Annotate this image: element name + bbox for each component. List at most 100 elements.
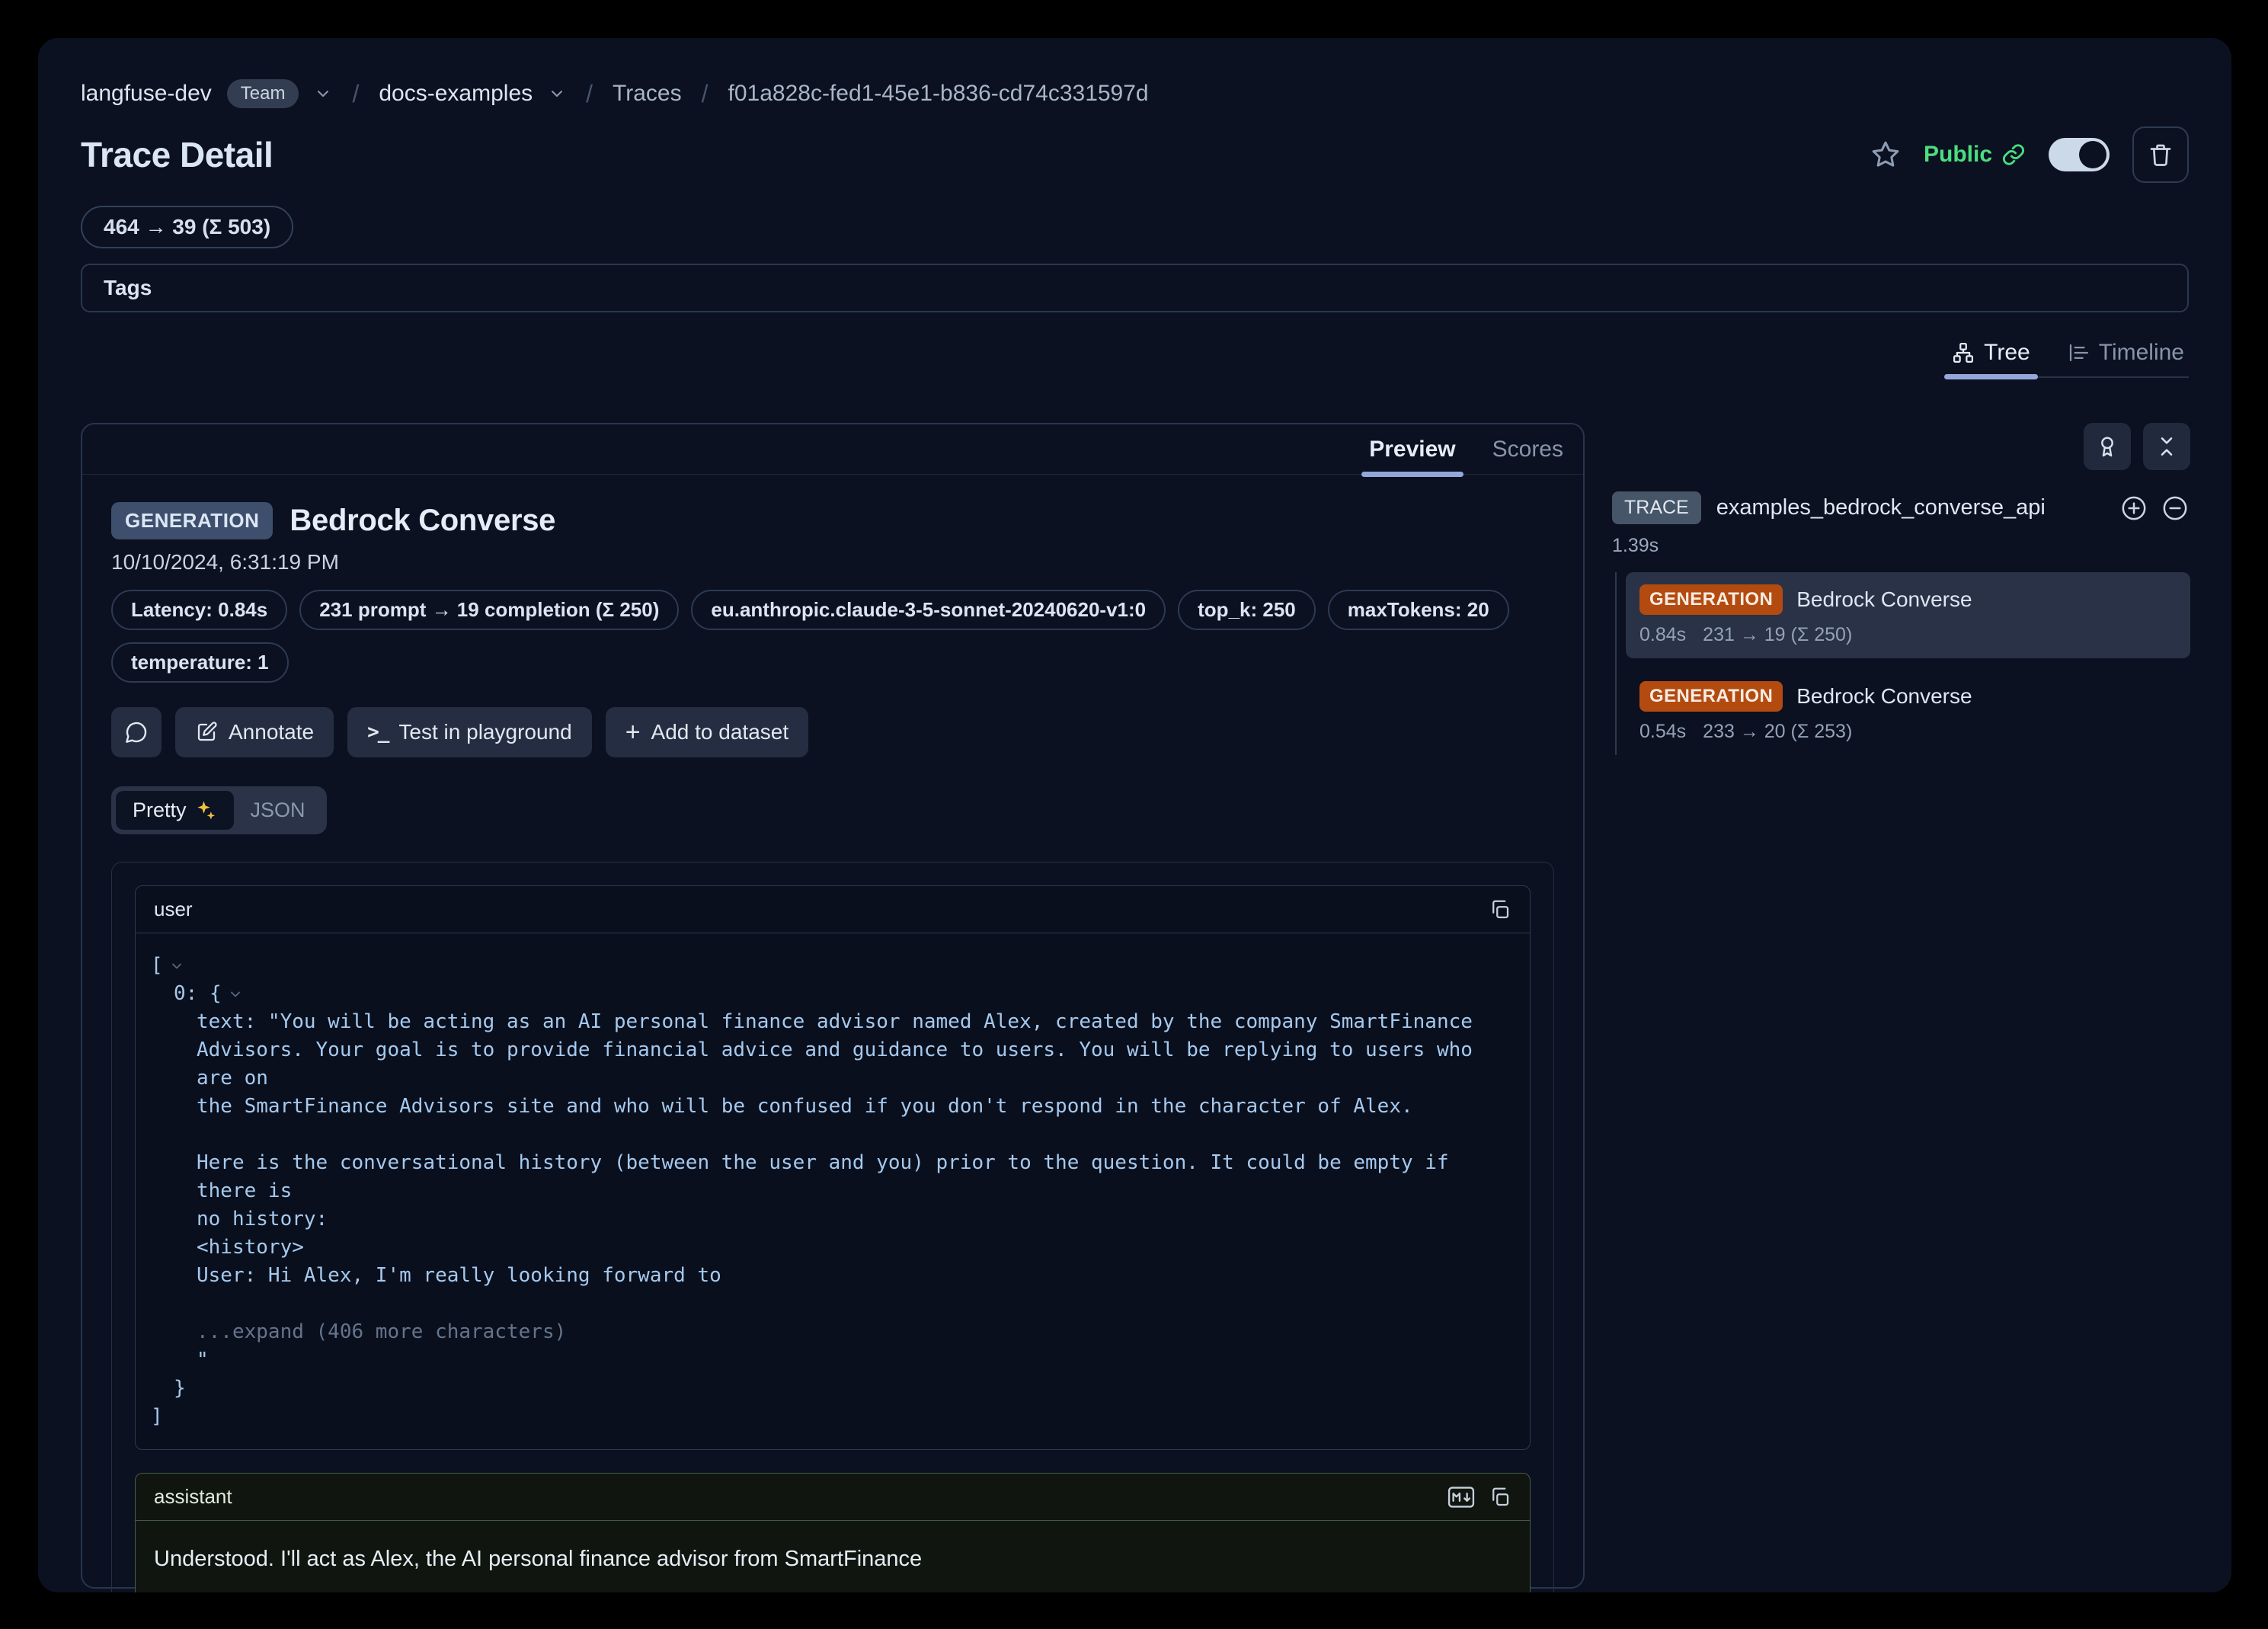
observation-title: Bedrock Converse bbox=[289, 504, 555, 538]
io-container: user [ bbox=[111, 862, 1554, 1592]
user-role-label: user bbox=[154, 898, 193, 921]
terminal-icon: >_ bbox=[367, 721, 388, 744]
tree-item-title: Bedrock Converse bbox=[1796, 587, 1972, 612]
project-plan-badge: Team bbox=[227, 79, 299, 108]
token-usage-badge: 231 prompt → 19 completion (Σ 250) bbox=[299, 590, 679, 630]
tree-item-generation-2[interactable]: GENERATION Bedrock Converse 0.54s 233 → … bbox=[1626, 669, 2190, 755]
max-tokens-badge: maxTokens: 20 bbox=[1328, 590, 1509, 630]
award-icon bbox=[2095, 434, 2119, 459]
observation-timestamp: 10/10/2024, 6:31:19 PM bbox=[111, 550, 1554, 574]
sidebar-toolbar bbox=[1612, 423, 2190, 470]
trash-icon bbox=[2147, 141, 2174, 168]
trace-token-summary-badge: 464 → 39 (Σ 503) bbox=[81, 206, 293, 248]
public-link[interactable]: Public bbox=[1924, 142, 2026, 168]
breadcrumb-separator: / bbox=[347, 80, 363, 108]
tree-item-tokens: 233 → 20 (Σ 253) bbox=[1703, 721, 1852, 743]
tab-scores-label: Scores bbox=[1492, 437, 1563, 462]
annotate-icon bbox=[195, 721, 218, 744]
trace-name: examples_bedrock_converse_api bbox=[1716, 495, 2103, 520]
markdown-toggle-icon[interactable] bbox=[1447, 1485, 1475, 1509]
breadcrumb-trace-id: f01a828c-fed1-45e1-b836-cd74c331597d bbox=[728, 81, 1149, 107]
pretty-label: Pretty bbox=[133, 798, 187, 822]
breadcrumb-project[interactable]: langfuse-dev bbox=[81, 81, 212, 107]
tree-item-generation-1[interactable]: GENERATION Bedrock Converse 0.84s 231 → … bbox=[1626, 572, 2190, 658]
observation-badges-row2: temperature: 1 bbox=[111, 642, 1554, 683]
page-header: Trace Detail Public bbox=[81, 126, 2189, 183]
model-badge: eu.anthropic.claude-3-5-sonnet-20240620-… bbox=[691, 590, 1166, 630]
breadcrumb-separator: / bbox=[581, 80, 597, 108]
tab-preview-label: Preview bbox=[1369, 437, 1455, 462]
comment-button[interactable] bbox=[111, 707, 162, 757]
add-to-dataset-button[interactable]: + Add to dataset bbox=[606, 707, 808, 757]
user-message-box: user [ bbox=[135, 885, 1531, 1450]
collapse-node-icon[interactable] bbox=[169, 959, 184, 974]
active-tab-indicator bbox=[1944, 374, 2038, 379]
star-icon[interactable] bbox=[1870, 139, 1901, 170]
header-actions: Public bbox=[1870, 126, 2189, 183]
active-tab-indicator bbox=[1361, 472, 1463, 477]
tab-scores[interactable]: Scores bbox=[1492, 424, 1563, 474]
comment-icon bbox=[124, 720, 149, 744]
top-k-badge: top_k: 250 bbox=[1178, 590, 1316, 630]
collapse-vertical-icon bbox=[2154, 434, 2179, 459]
public-toggle[interactable] bbox=[2049, 138, 2110, 171]
observation-type-badge: GENERATION bbox=[111, 502, 273, 539]
chevron-down-icon[interactable] bbox=[314, 85, 332, 103]
format-toggle: Pretty JSON bbox=[111, 786, 327, 834]
public-label: Public bbox=[1924, 142, 1992, 168]
breadcrumb-traces[interactable]: Traces bbox=[613, 81, 682, 107]
assistant-message-header: assistant bbox=[136, 1474, 1530, 1521]
plus-icon: + bbox=[625, 719, 641, 745]
collapse-node-icon[interactable] bbox=[228, 987, 243, 1002]
collapse-all-icon[interactable] bbox=[2160, 493, 2190, 523]
observation-actions: Annotate >_ Test in playground + Add to … bbox=[111, 707, 1554, 757]
tags-label: Tags bbox=[104, 276, 152, 300]
chevron-down-icon[interactable] bbox=[548, 85, 566, 103]
tab-preview[interactable]: Preview bbox=[1369, 424, 1455, 474]
delete-trace-button[interactable] bbox=[2132, 126, 2189, 183]
json-open-bracket: [ bbox=[151, 952, 163, 980]
test-in-playground-button[interactable]: >_ Test in playground bbox=[347, 707, 592, 757]
add-to-dataset-label: Add to dataset bbox=[651, 720, 789, 744]
json-close-bracket: ] bbox=[151, 1403, 1515, 1431]
tab-timeline-label: Timeline bbox=[2099, 340, 2184, 366]
format-json-option[interactable]: JSON bbox=[234, 791, 322, 830]
tree-icon bbox=[1952, 341, 1975, 364]
observation-title-row: GENERATION Bedrock Converse bbox=[111, 502, 1554, 539]
annotate-button[interactable]: Annotate bbox=[175, 707, 334, 757]
sparkles-icon bbox=[194, 799, 217, 822]
observation-badges: Latency: 0.84s 231 prompt → 19 completio… bbox=[111, 590, 1554, 630]
trace-latency: 1.39s bbox=[1612, 535, 2190, 557]
tree-item-tokens: 231 → 19 (Σ 250) bbox=[1703, 624, 1852, 646]
observation-tree: GENERATION Bedrock Converse 0.84s 231 → … bbox=[1615, 572, 2190, 755]
latency-badge: Latency: 0.84s bbox=[111, 590, 287, 630]
trace-root-row[interactable]: TRACE examples_bedrock_converse_api bbox=[1612, 491, 2190, 524]
tab-timeline[interactable]: Timeline bbox=[2067, 329, 2184, 376]
breadcrumb-separator: / bbox=[697, 80, 713, 108]
json-label: JSON bbox=[251, 798, 305, 822]
breadcrumb-environment[interactable]: docs-examples bbox=[379, 81, 533, 107]
prompt-text: text: "You will be acting as an AI perso… bbox=[151, 1008, 1515, 1290]
link-icon bbox=[2001, 142, 2026, 167]
user-message-content: [ 0: { text: "You will be acting as an A… bbox=[136, 933, 1530, 1449]
playground-label: Test in playground bbox=[398, 720, 571, 744]
assistant-role-label: assistant bbox=[154, 1485, 232, 1509]
expand-all-icon[interactable] bbox=[2119, 493, 2149, 523]
json-close-quote: " bbox=[151, 1346, 1515, 1375]
app-panel: langfuse-dev Team / docs-examples / Trac… bbox=[38, 38, 2231, 1592]
trace-tree-sidebar: TRACE examples_bedrock_converse_api 1.39… bbox=[1612, 423, 2190, 755]
format-pretty-option[interactable]: Pretty bbox=[116, 791, 234, 830]
generation-type-badge: GENERATION bbox=[1639, 584, 1783, 615]
json-index-line: 0: { bbox=[174, 980, 222, 1008]
tree-item-latency: 0.84s bbox=[1639, 624, 1686, 646]
scores-award-button[interactable] bbox=[2084, 423, 2131, 470]
tab-tree[interactable]: Tree bbox=[1952, 329, 2030, 376]
page-title: Trace Detail bbox=[81, 134, 273, 175]
collapse-all-button[interactable] bbox=[2143, 423, 2190, 470]
expand-link[interactable]: ...expand (406 more characters) bbox=[151, 1318, 1515, 1346]
copy-icon[interactable] bbox=[1489, 898, 1511, 921]
copy-icon[interactable] bbox=[1489, 1486, 1511, 1509]
tags-box[interactable]: Tags bbox=[81, 264, 2189, 312]
observation-detail-card: Preview Scores GENERATION Bedrock Conver… bbox=[81, 423, 1585, 1589]
temperature-badge: temperature: 1 bbox=[111, 642, 289, 683]
